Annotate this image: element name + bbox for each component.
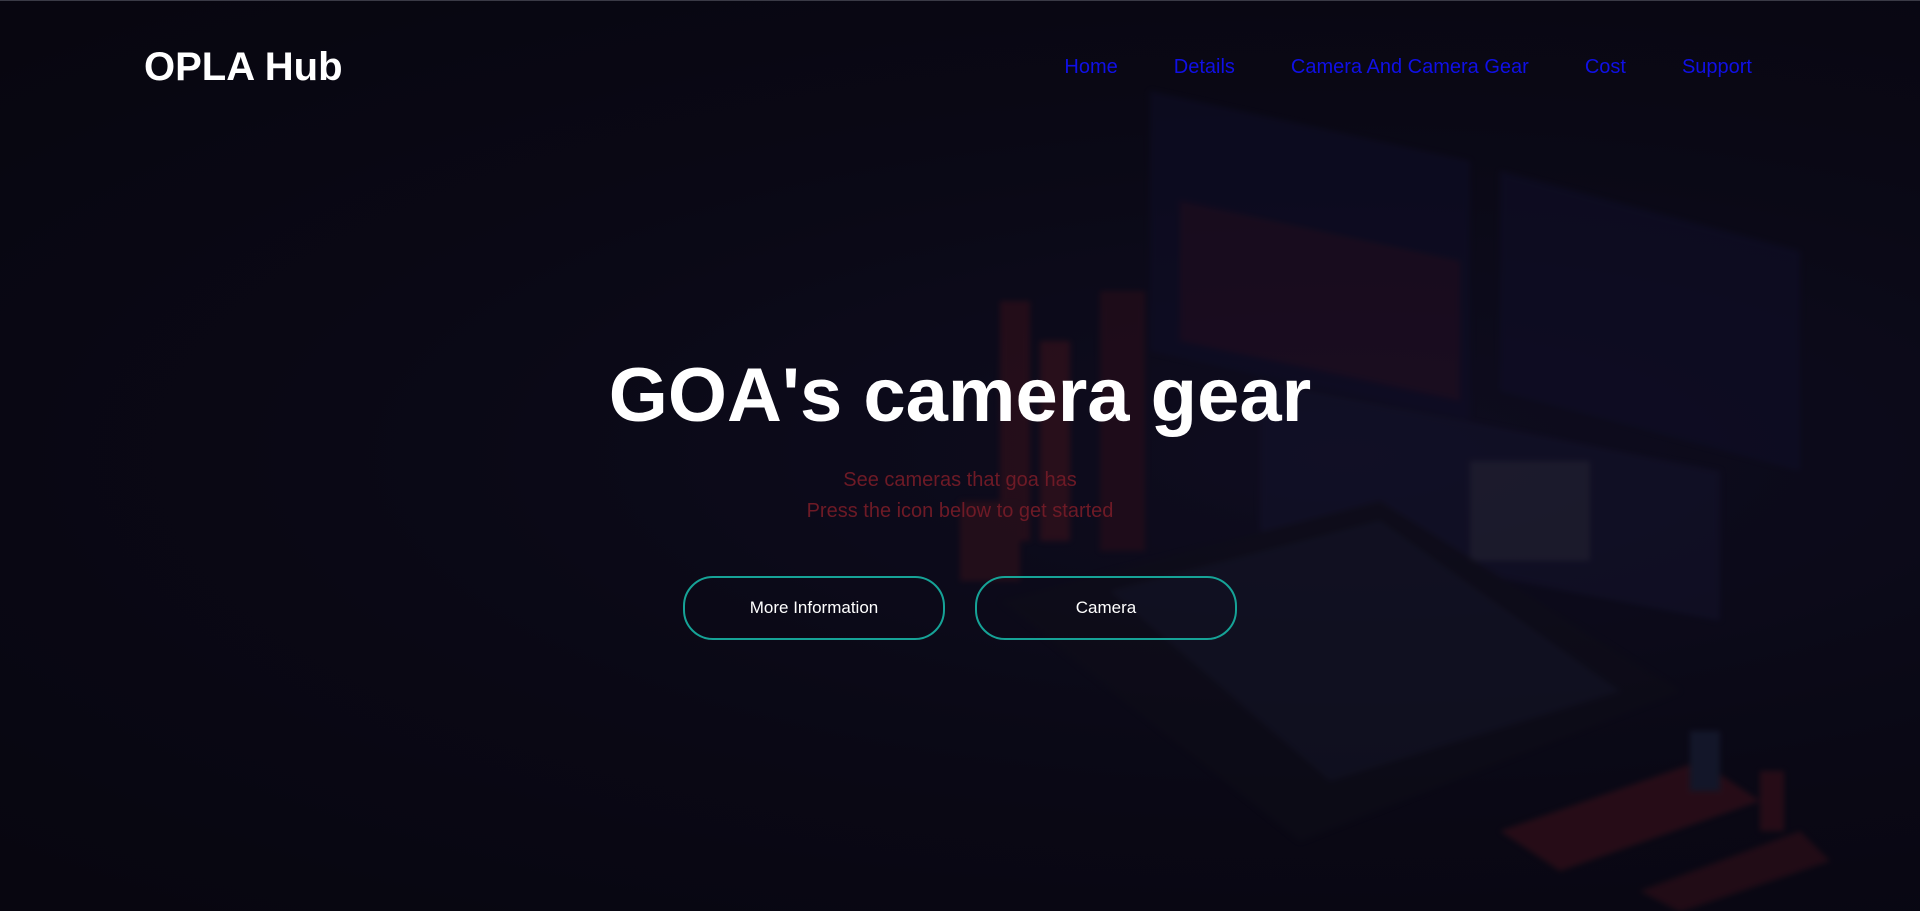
nav-item-details: Details [1174,55,1235,79]
nav-link-home[interactable]: Home [1064,56,1117,78]
nav-link-details[interactable]: Details [1174,56,1235,78]
navbar: OPLA Hub Home Details Camera And Camera … [0,1,1920,133]
nav-link-cost[interactable]: Cost [1585,56,1626,78]
hero-section: GOA's camera gear See cameras that goa h… [0,341,1920,527]
nav-item-support: Support [1682,55,1752,79]
page: OPLA Hub Home Details Camera And Camera … [0,0,1920,911]
nav-item-home: Home [1064,55,1117,79]
hero-buttons: More Information Camera [0,576,1920,640]
nav-link-camera-gear[interactable]: Camera And Camera Gear [1291,56,1529,78]
more-information-button[interactable]: More Information [683,576,945,640]
hero-subtitle-line-2: Press the icon below to get started [806,500,1114,522]
hero-subtitle: See cameras that goa has Press the icon … [0,465,1920,527]
hero-title: GOA's camera gear [608,353,1312,438]
nav-item-cost: Cost [1585,55,1626,79]
hero-subtitle-line-1: See cameras that goa has [843,469,1077,491]
nav-link-support[interactable]: Support [1682,56,1752,78]
camera-button[interactable]: Camera [975,576,1237,640]
brand-title[interactable]: OPLA Hub [144,43,343,91]
nav-links: Home Details Camera And Camera Gear Cost… [1064,55,1752,79]
nav-item-camera-gear: Camera And Camera Gear [1291,55,1529,79]
